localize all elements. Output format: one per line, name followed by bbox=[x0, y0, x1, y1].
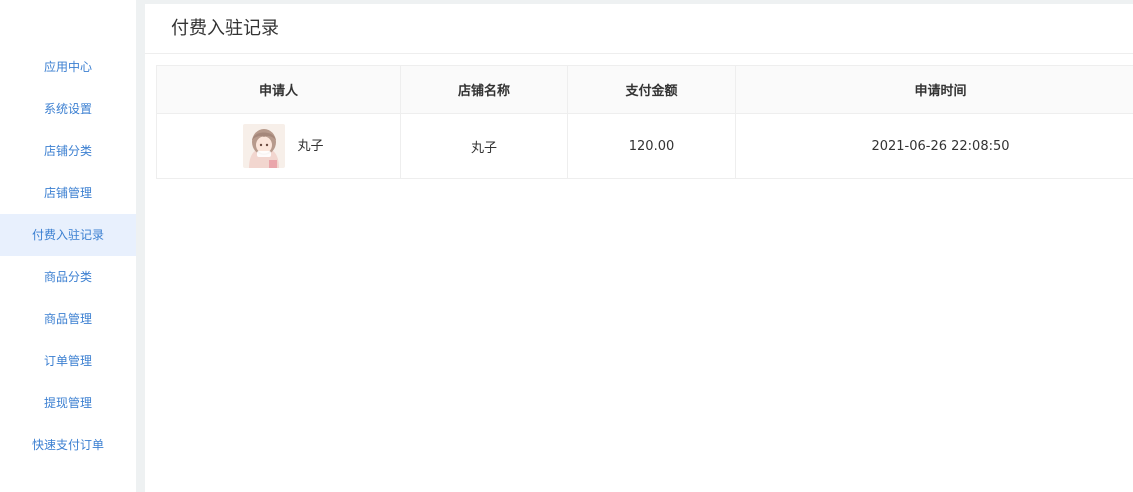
sidebar-item-order-management[interactable]: 订单管理 bbox=[0, 340, 136, 382]
sidebar-item-shop-management[interactable]: 店铺管理 bbox=[0, 172, 136, 214]
page-header: 付费入驻记录 bbox=[145, 4, 1133, 54]
sidebar-item-app-center[interactable]: 应用中心 bbox=[0, 46, 136, 88]
layout-divider bbox=[136, 0, 145, 492]
sidebar-item-withdrawal-management[interactable]: 提现管理 bbox=[0, 382, 136, 424]
applicant-name: 丸子 bbox=[297, 138, 324, 154]
column-header-shop-name: 店铺名称 bbox=[400, 65, 568, 114]
column-header-time: 申请时间 bbox=[735, 65, 1133, 114]
applicant-cell: 丸子 bbox=[156, 113, 401, 179]
sidebar-item-shop-categories[interactable]: 店铺分类 bbox=[0, 130, 136, 172]
time-cell: 2021-06-26 22:08:50 bbox=[735, 113, 1133, 179]
shop-name-cell: 丸子 bbox=[400, 113, 568, 179]
column-header-applicant: 申请人 bbox=[156, 65, 401, 114]
table-row: 丸子 丸子 120.00 2021-06-26 22:08:50 bbox=[156, 113, 1133, 179]
main-content: 付费入驻记录 申请人 店铺名称 支付金额 申请时间 丸子 丸子 120.00 2… bbox=[145, 4, 1133, 492]
column-header-amount: 支付金额 bbox=[567, 65, 736, 114]
sidebar-item-paid-settlement-records[interactable]: 付费入驻记录 bbox=[0, 214, 136, 256]
sidebar-item-quick-pay-orders[interactable]: 快速支付订单 bbox=[0, 424, 136, 466]
sidebar-item-product-categories[interactable]: 商品分类 bbox=[0, 256, 136, 298]
table-header-row: 申请人 店铺名称 支付金额 申请时间 bbox=[156, 65, 1133, 114]
page-title: 付费入驻记录 bbox=[171, 18, 279, 39]
sidebar-item-product-management[interactable]: 商品管理 bbox=[0, 298, 136, 340]
records-table: 申请人 店铺名称 支付金额 申请时间 丸子 丸子 120.00 2021-06-… bbox=[156, 65, 1133, 179]
sidebar-menu: 应用中心 系统设置 店铺分类 店铺管理 付费入驻记录 商品分类 商品管理 订单管… bbox=[0, 46, 136, 466]
amount-cell: 120.00 bbox=[567, 113, 736, 179]
sidebar-item-system-settings[interactable]: 系统设置 bbox=[0, 88, 136, 130]
user-avatar bbox=[243, 124, 286, 168]
sidebar: 应用中心 系统设置 店铺分类 店铺管理 付费入驻记录 商品分类 商品管理 订单管… bbox=[0, 0, 136, 492]
